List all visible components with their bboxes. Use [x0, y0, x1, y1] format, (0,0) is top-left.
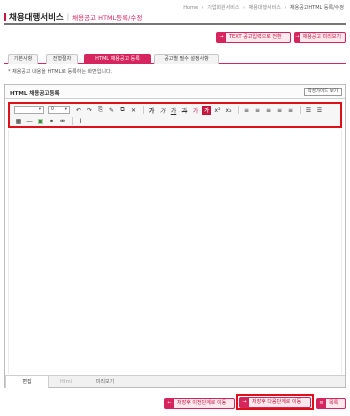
save-prev-step-button[interactable]: ← 저장후 이전단계로 이동	[164, 398, 235, 409]
mode-tab-preview[interactable]: 미리보기	[85, 376, 125, 388]
font-size-select[interactable]: 0 ▾	[48, 106, 70, 114]
toolbar-divider	[72, 117, 73, 125]
font-family-select[interactable]: ▾	[14, 106, 44, 114]
page-description: * 채용공고 내용을 HTML로 등록하는 화면입니다.	[8, 69, 113, 75]
panel-title: HTML 채용공고등록	[10, 91, 60, 97]
page-header: 채용대행서비스 | 채용공고 HTML등록/수정	[4, 10, 346, 25]
format-paint-icon[interactable]: ✎	[107, 106, 116, 115]
save-next-step-label: 저장후 다음단계로 이동	[252, 399, 302, 405]
title-divider: |	[66, 12, 70, 21]
paste-icon[interactable]: ⧉	[118, 106, 127, 115]
arrow-left-icon: ←	[165, 399, 174, 408]
chevron-down-icon: ▾	[38, 107, 41, 112]
arrow-right-icon: →	[295, 33, 300, 42]
text-mode-switch-button[interactable]: → TEXT 공고입력으로 전환	[216, 32, 291, 43]
underline-icon[interactable]: 가	[169, 106, 178, 115]
align-justify-icon[interactable]: ≡	[275, 106, 284, 115]
strikethrough-icon[interactable]: 가	[180, 106, 189, 115]
editor-toolbar: ▾ 0 ▾ ↶ ↷ ⎘ ✎ ⧉ ✕ 가 가 가 가 가 가 x² x₂ ≡ ≡ …	[8, 102, 342, 128]
tab-selection-process[interactable]: 전형절차	[46, 54, 78, 64]
unlink-icon[interactable]: ⚮	[58, 117, 67, 126]
link-icon[interactable]: ⚭	[47, 117, 56, 126]
html-editor-panel: HTML 채용공고등록 작성가이드 보기 ▾ 0 ▾ ↶ ↷ ⎘ ✎ ⧉ ✕ 가…	[4, 84, 346, 388]
step-tabs: 기본사항 전형절차 HTML 채용공고 등록 공고별 필수 설정사항	[4, 54, 346, 64]
align-center-icon[interactable]: ≡	[253, 106, 262, 115]
toolbar-divider	[300, 106, 301, 114]
background-color-icon[interactable]: 가	[202, 105, 211, 115]
writing-guide-button[interactable]: 작성가이드 보기	[303, 88, 342, 96]
save-next-step-button[interactable]: → 저장후 다음단계로 이동	[239, 397, 311, 408]
list-label: 목록	[329, 400, 339, 406]
text-color-icon[interactable]: 가	[191, 106, 200, 115]
toolbar-divider	[238, 106, 239, 114]
editor-content-area[interactable]	[8, 130, 342, 374]
tab-required-settings[interactable]: 공고별 필수 설정사항	[154, 54, 219, 64]
list-button[interactable]: ≡ 목록	[316, 398, 346, 409]
list-icon: ≡	[317, 399, 326, 408]
editor-mode-tabs: 편집 Html 미리보기	[5, 375, 345, 388]
mode-tab-edit[interactable]: 편집	[5, 376, 49, 388]
image-icon[interactable]: ▣	[36, 117, 45, 126]
toolbar-row-2: ▦ ― ▣ ⚭ ⚮ Ⅰ	[14, 116, 87, 126]
toolbar-row-1: ▾ 0 ▾ ↶ ↷ ⎘ ✎ ⧉ ✕ 가 가 가 가 가 가 x² x₂ ≡ ≡ …	[14, 105, 326, 115]
bulleted-list-icon[interactable]: ☰	[315, 106, 324, 115]
italic-icon[interactable]: 가	[158, 106, 167, 115]
indent-icon[interactable]: ≡	[286, 106, 295, 115]
chevron-down-icon: ▾	[64, 107, 67, 112]
undo-icon[interactable]: ↶	[74, 106, 83, 115]
mode-tab-html[interactable]: Html	[49, 376, 83, 388]
tab-basic-info[interactable]: 기본사항	[8, 54, 38, 64]
numbered-list-icon[interactable]: ☰	[304, 106, 313, 115]
redo-icon[interactable]: ↷	[85, 106, 94, 115]
remove-format-icon[interactable]: ✕	[129, 106, 138, 115]
horizontal-rule-icon[interactable]: ―	[25, 117, 34, 126]
bold-icon[interactable]: 가	[147, 106, 156, 115]
preview-label: 채용공고 미리보기	[302, 34, 341, 40]
save-prev-step-label: 저장후 이전단계로 이동	[177, 400, 227, 406]
text-mode-switch-label: TEXT 공고입력으로 전환	[229, 34, 282, 40]
preview-button[interactable]: → 채용공고 미리보기	[294, 32, 346, 43]
title-accent-bar	[4, 12, 6, 21]
table-icon[interactable]: ▦	[14, 117, 23, 126]
subscript-icon[interactable]: x₂	[224, 106, 233, 115]
tab-html-posting[interactable]: HTML 채용공고 등록	[84, 54, 151, 64]
arrow-right-icon: →	[240, 398, 249, 407]
panel-header: HTML 채용공고등록 작성가이드 보기	[5, 85, 345, 99]
superscript-icon[interactable]: x²	[213, 106, 222, 115]
align-left-icon[interactable]: ≡	[242, 106, 251, 115]
copy-icon[interactable]: ⎘	[96, 106, 105, 115]
toolbar-divider	[143, 106, 144, 114]
special-character-icon[interactable]: Ⅰ	[76, 117, 85, 126]
align-right-icon[interactable]: ≡	[264, 106, 273, 115]
arrow-right-icon: →	[217, 33, 226, 42]
page-subtitle: 채용공고 HTML등록/수정	[72, 13, 143, 22]
page-title: 채용대행서비스	[9, 12, 64, 23]
font-size-value: 0	[51, 107, 54, 112]
